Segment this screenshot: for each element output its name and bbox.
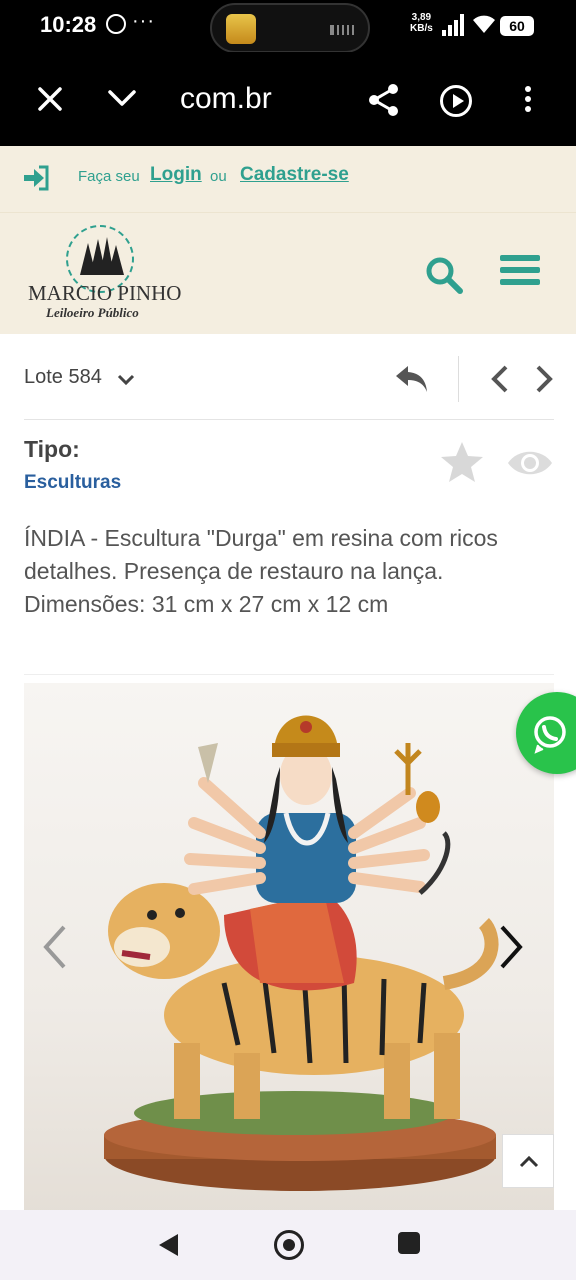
durga-sculpture-image[interactable]: [24, 683, 554, 1214]
login-strip: Faça seu Login ou Cadastre-se: [0, 146, 576, 212]
back-icon[interactable]: [156, 1232, 180, 1258]
type-label: Tipo:: [24, 436, 80, 462]
whatsapp-icon: [534, 716, 566, 754]
battery-icon: 60: [500, 16, 534, 36]
signal-icon: [442, 14, 464, 36]
login-link[interactable]: Login: [150, 164, 202, 186]
audio-bars-icon: [330, 25, 356, 35]
dynamic-island: [210, 3, 370, 53]
type-value-link[interactable]: Esculturas: [24, 472, 121, 494]
wifi-icon: [473, 15, 495, 33]
search-icon[interactable]: [424, 255, 464, 295]
logo-subtitle: Leiloeiro Público: [46, 305, 139, 320]
site-header: MARCIO PINHO Leiloeiro Público: [0, 212, 576, 334]
system-nav-bar: [0, 1210, 576, 1280]
image-gallery: [24, 674, 554, 1214]
home-icon[interactable]: [274, 1230, 304, 1260]
next-lot-icon[interactable]: [532, 364, 556, 394]
login-prefix: Faça seu: [78, 168, 140, 185]
register-link[interactable]: Cadastre-se: [240, 164, 349, 186]
browser-toolbar: com.br: [0, 52, 576, 146]
login-separator: ou: [210, 168, 227, 185]
menu-icon[interactable]: [500, 255, 540, 289]
chevron-up-icon: [519, 1155, 539, 1168]
previous-image-icon[interactable]: [38, 921, 72, 973]
chevron-down-icon[interactable]: [108, 82, 136, 116]
previous-lot-icon[interactable]: [488, 364, 512, 394]
app-icon: [226, 14, 256, 44]
sculpture-illustration: [104, 715, 499, 1191]
logo-name: MARCIO PINHO: [28, 281, 182, 305]
item-description: ÍNDIA - Escultura "Durga" em resina com …: [24, 525, 498, 617]
chevron-down-icon[interactable]: [116, 370, 136, 390]
close-icon[interactable]: [36, 82, 64, 116]
sign-in-icon: [24, 165, 49, 191]
status-time: 10:28: [40, 12, 97, 37]
whatsapp-notification-icon: [106, 14, 126, 34]
network-speed-unit: KB/s: [410, 23, 433, 34]
favorite-star-icon[interactable]: [440, 440, 484, 484]
share-icon[interactable]: [366, 82, 402, 118]
recent-apps-icon[interactable]: [398, 1232, 420, 1254]
more-icon[interactable]: [520, 86, 536, 116]
back-to-list-icon[interactable]: [394, 362, 430, 396]
url-bar[interactable]: com.br: [180, 82, 272, 116]
pine-trees-icon: [80, 237, 124, 275]
next-image-icon[interactable]: [494, 921, 528, 973]
play-icon[interactable]: [440, 85, 472, 117]
whatsapp-button[interactable]: [516, 692, 576, 774]
network-speed: 3,89 KB/s: [410, 12, 433, 34]
lot-bar: Lote 584: [24, 334, 554, 420]
lot-selector[interactable]: Lote 584: [24, 366, 102, 389]
status-bar: 10:28 ··· 3,89 KB/s 60: [0, 0, 576, 53]
watch-eye-icon[interactable]: [506, 446, 554, 480]
scroll-to-top-button[interactable]: [502, 1134, 554, 1188]
network-speed-value: 3,89: [411, 12, 432, 23]
divider: [458, 356, 459, 402]
more-notifications-icon: ···: [132, 10, 155, 32]
